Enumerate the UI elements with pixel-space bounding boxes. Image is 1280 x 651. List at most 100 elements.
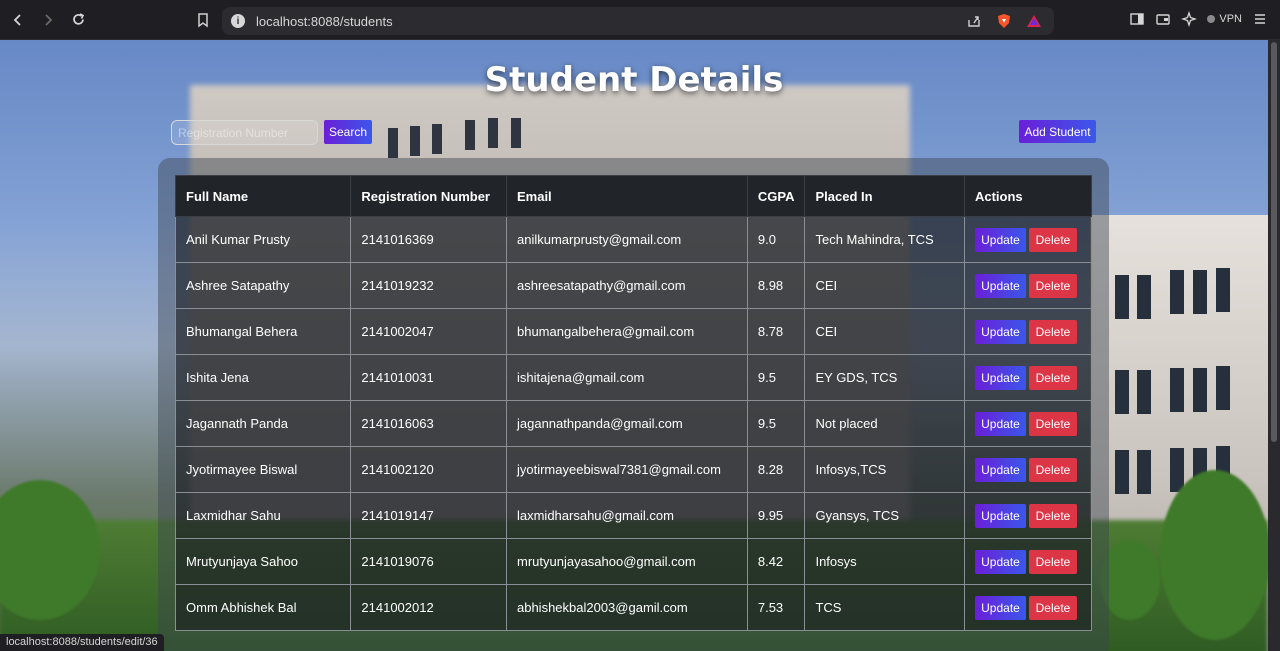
- cell-email: abhishekbal2003@gamil.com: [505, 584, 748, 631]
- update-button[interactable]: Update: [974, 411, 1026, 436]
- cell-cgpa: 9.0: [746, 216, 806, 263]
- scrollbar-thumb[interactable]: [1271, 42, 1277, 442]
- update-button[interactable]: Update: [974, 549, 1026, 574]
- cell-placed-in: TCS: [804, 584, 965, 631]
- cell-registration-number: 2141010031: [350, 354, 507, 401]
- cell-full-name: Ishita Jena: [174, 354, 352, 401]
- share-icon[interactable]: [966, 13, 982, 29]
- cell-actions: Update Delete: [963, 400, 1093, 447]
- cell-full-name: Omm Abhishek Bal: [174, 584, 352, 631]
- reload-icon[interactable]: [66, 8, 90, 32]
- header-cgpa: CGPA: [746, 175, 806, 217]
- delete-button[interactable]: Delete: [1028, 411, 1077, 436]
- cell-actions: Update Delete: [963, 492, 1093, 539]
- cell-email: jyotirmayeebiswal7381@gmail.com: [505, 446, 748, 493]
- cell-registration-number: 2141002012: [350, 584, 507, 631]
- update-button[interactable]: Update: [974, 319, 1026, 344]
- delete-button[interactable]: Delete: [1028, 503, 1077, 528]
- cell-email: ishitajena@gmail.com: [505, 354, 748, 401]
- cell-actions: Update Delete: [963, 216, 1093, 263]
- search-input[interactable]: [171, 120, 318, 145]
- update-button[interactable]: Update: [974, 595, 1026, 620]
- status-bar-url: localhost:8088/students/edit/36: [0, 634, 164, 651]
- header-full-name: Full Name: [174, 175, 352, 217]
- cell-cgpa: 8.78: [746, 308, 806, 355]
- cell-cgpa: 8.28: [746, 446, 806, 493]
- bookmark-icon[interactable]: [196, 12, 212, 28]
- cell-email: anilkumarprusty@gmail.com: [505, 216, 748, 263]
- vpn-label: VPN: [1219, 13, 1242, 25]
- cell-actions: Update Delete: [963, 446, 1093, 493]
- vpn-button[interactable]: VPN: [1207, 13, 1242, 25]
- header-email: Email: [505, 175, 748, 217]
- update-button[interactable]: Update: [974, 273, 1026, 298]
- delete-button[interactable]: Delete: [1028, 319, 1077, 344]
- cell-actions: Update Delete: [963, 584, 1093, 631]
- cell-email: laxmidharsahu@gmail.com: [505, 492, 748, 539]
- add-student-button[interactable]: Add Student: [1019, 120, 1096, 143]
- cell-full-name: Mrutyunjaya Sahoo: [174, 538, 352, 585]
- table-row: Omm Abhishek Bal 2141002012 abhishekbal2…: [174, 584, 1093, 631]
- cell-actions: Update Delete: [963, 308, 1093, 355]
- search-button[interactable]: Search: [324, 120, 372, 144]
- brave-shield-icon[interactable]: [996, 13, 1012, 29]
- cell-cgpa: 8.98: [746, 262, 806, 309]
- leo-ai-icon[interactable]: [1181, 10, 1198, 28]
- update-button[interactable]: Update: [974, 365, 1026, 390]
- cell-actions: Update Delete: [963, 354, 1093, 401]
- header-actions: Actions: [963, 175, 1093, 217]
- delete-button[interactable]: Delete: [1028, 365, 1077, 390]
- delete-button[interactable]: Delete: [1028, 227, 1077, 252]
- update-button[interactable]: Update: [974, 227, 1026, 252]
- update-button[interactable]: Update: [974, 503, 1026, 528]
- address-bar[interactable]: i localhost:8088/students: [222, 7, 1054, 35]
- cell-registration-number: 2141016369: [350, 216, 507, 263]
- table-row: Ishita Jena 2141010031 ishitajena@gmail.…: [174, 354, 1093, 401]
- cell-cgpa: 7.53: [746, 584, 806, 631]
- update-button[interactable]: Update: [974, 457, 1026, 482]
- cell-full-name: Anil Kumar Prusty: [174, 216, 352, 263]
- table-header-row: Full Name Registration Number Email CGPA…: [174, 175, 1093, 217]
- wallet-icon[interactable]: [1155, 11, 1171, 27]
- delete-button[interactable]: Delete: [1028, 549, 1077, 574]
- cell-placed-in: Infosys: [804, 538, 965, 585]
- cell-email: mrutyunjayasahoo@gmail.com: [505, 538, 748, 585]
- cell-cgpa: 8.42: [746, 538, 806, 585]
- cell-full-name: Laxmidhar Sahu: [174, 492, 352, 539]
- cell-placed-in: CEI: [804, 308, 965, 355]
- cell-placed-in: Infosys,TCS: [804, 446, 965, 493]
- table-row: Bhumangal Behera 2141002047 bhumangalbeh…: [174, 308, 1093, 355]
- brave-rewards-icon[interactable]: [1026, 13, 1042, 29]
- back-icon[interactable]: [6, 8, 30, 32]
- cell-full-name: Jagannath Panda: [174, 400, 352, 447]
- table-row: Jyotirmayee Biswal 2141002120 jyotirmaye…: [174, 446, 1093, 493]
- page-title: Student Details: [484, 60, 784, 100]
- cell-cgpa: 9.95: [746, 492, 806, 539]
- cell-placed-in: Not placed: [804, 400, 965, 447]
- students-table: Full Name Registration Number Email CGPA…: [174, 175, 1093, 631]
- delete-button[interactable]: Delete: [1028, 595, 1077, 620]
- cell-registration-number: 2141016063: [350, 400, 507, 447]
- cell-registration-number: 2141019232: [350, 262, 507, 309]
- url-text[interactable]: localhost:8088/students: [256, 14, 393, 29]
- header-placed-in: Placed In: [804, 175, 965, 217]
- delete-button[interactable]: Delete: [1028, 273, 1077, 298]
- delete-button[interactable]: Delete: [1028, 457, 1077, 482]
- vpn-status-icon: [1207, 15, 1216, 23]
- page-scrollbar[interactable]: [1268, 40, 1280, 651]
- site-info-icon[interactable]: i: [231, 14, 245, 28]
- cell-registration-number: 2141019076: [350, 538, 507, 585]
- cell-cgpa: 9.5: [746, 354, 806, 401]
- forward-icon[interactable]: [36, 8, 60, 32]
- table-row: Ashree Satapathy 2141019232 ashreesatapa…: [174, 262, 1093, 309]
- sidebar-toggle-icon[interactable]: [1129, 11, 1145, 27]
- cell-email: bhumangalbehera@gmail.com: [505, 308, 748, 355]
- cell-placed-in: EY GDS, TCS: [804, 354, 965, 401]
- menu-icon[interactable]: [1252, 11, 1268, 27]
- browser-toolbar: i localhost:8088/students VPN: [0, 0, 1280, 40]
- cell-email: jagannathpanda@gmail.com: [505, 400, 748, 447]
- cell-email: ashreesatapathy@gmail.com: [505, 262, 748, 309]
- cell-registration-number: 2141019147: [350, 492, 507, 539]
- table-row: Laxmidhar Sahu 2141019147 laxmidharsahu@…: [174, 492, 1093, 539]
- cell-cgpa: 9.5: [746, 400, 806, 447]
